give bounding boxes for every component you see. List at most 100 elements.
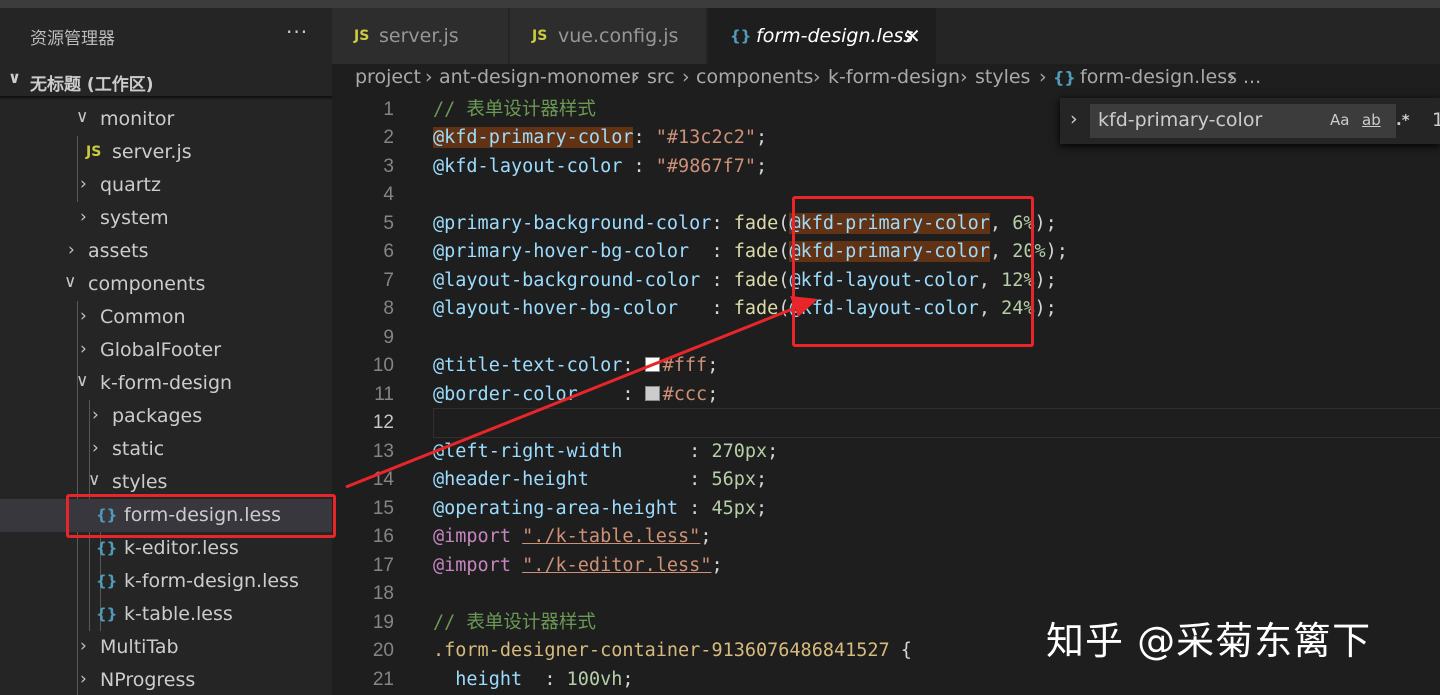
color-swatch[interactable] <box>644 386 660 401</box>
code-function: fade <box>733 241 779 262</box>
breadcrumb-item[interactable]: ... <box>1243 66 1261 88</box>
code-import-path[interactable]: "./k-table.less" <box>522 526 700 547</box>
tree-folder-nprogress[interactable]: › NProgress <box>0 664 332 695</box>
workspace-section-header[interactable]: ∨ 无标题 (工作区) <box>0 64 332 97</box>
tab-server-js[interactable]: JS server.js <box>332 8 508 64</box>
tree-item-label: system <box>100 207 169 229</box>
chevron-right-icon: › <box>1039 66 1047 88</box>
tree-folder-monitor[interactable]: ∨ monitor <box>0 103 332 136</box>
tree-folder-k-form-design[interactable]: ∨ k-form-design <box>0 367 332 400</box>
tree-file-k-form-design-less[interactable]: {} k-form-design.less <box>0 565 332 598</box>
code-variable: @kfd-primary-color <box>433 127 634 148</box>
match-case-icon[interactable]: Aa <box>1330 111 1349 129</box>
explorer-title: 资源管理器 <box>30 29 115 49</box>
tree-folder-system[interactable]: › system <box>0 202 332 235</box>
tree-file-k-table-less[interactable]: {} k-table.less <box>0 598 332 631</box>
line-number: 17 <box>372 555 394 576</box>
code-string: "#9867f7" <box>655 156 757 177</box>
line-number: 20 <box>372 640 394 661</box>
tab-vue-config-js[interactable]: JS vue.config.js <box>510 8 706 64</box>
chevron-right-icon: › <box>632 66 640 88</box>
code-comment: // 表单设计器样式 <box>433 99 596 120</box>
line-number: 4 <box>383 184 394 205</box>
tree-folder-static[interactable]: › static <box>0 433 332 466</box>
more-actions-icon[interactable]: ··· <box>286 20 308 44</box>
match-count: 1 <box>1432 109 1440 131</box>
code-editor[interactable]: 1// 表单设计器样式 2 @kfd-primary-color: "#13c2c… <box>332 96 1440 695</box>
line-number: 18 <box>372 583 394 604</box>
code-line: 21 height : 100vh; <box>332 666 1440 694</box>
tree-folder-multitab[interactable]: › MultiTab <box>0 631 332 664</box>
code-color: #ccc <box>662 384 708 405</box>
line-number: 21 <box>372 669 394 690</box>
code-line: 12 <box>332 409 1440 437</box>
breadcrumb-item[interactable]: form-design.less <box>1080 66 1237 88</box>
tree-folder-common[interactable]: › Common <box>0 301 332 334</box>
line-number: 9 <box>383 327 394 348</box>
code-number: 45px <box>711 498 757 519</box>
tab-form-design-less[interactable]: {} form-design.less ✕ <box>708 8 936 64</box>
chevron-right-icon: › <box>682 66 690 88</box>
code-function: fade <box>733 213 779 234</box>
tree-item-label: NProgress <box>100 669 196 691</box>
color-swatch[interactable] <box>644 357 660 372</box>
code-property: height <box>455 669 523 690</box>
code-line: 18 <box>332 580 1440 608</box>
code-line: 17 @import "./k-editor.less"; <box>332 552 1440 580</box>
line-number: 13 <box>372 441 394 462</box>
breadcrumb-item[interactable]: components <box>696 66 813 88</box>
breadcrumb-item[interactable]: project <box>355 66 421 88</box>
tree-item-label: k-table.less <box>124 603 233 625</box>
tree-item-label: packages <box>112 405 203 427</box>
tree-folder-globalfooter[interactable]: › GlobalFooter <box>0 334 332 367</box>
chevron-down-icon: ∨ <box>76 371 89 391</box>
tree-folder-packages[interactable]: › packages <box>0 400 332 433</box>
code-import-path[interactable]: "./k-editor.less" <box>522 555 711 576</box>
chevron-down-icon: ∨ <box>76 107 89 127</box>
tree-item-label: components <box>88 273 206 295</box>
tree-folder-components[interactable]: ∨ components <box>0 268 332 301</box>
line-number: 8 <box>383 298 394 319</box>
line-number: 2 <box>383 127 394 148</box>
line-number: 14 <box>372 469 394 490</box>
tree-item-label: server.js <box>112 141 192 163</box>
less-file-icon: {} <box>730 27 752 45</box>
js-file-icon: JS <box>354 28 370 44</box>
code-line: 13 @left-right-width : 270px; <box>332 438 1440 466</box>
code-variable: @header-height <box>433 469 589 490</box>
tree-folder-quartz[interactable]: › quartz <box>0 169 332 202</box>
line-number: 10 <box>372 355 394 376</box>
chevron-right-icon: › <box>92 405 99 425</box>
tree-folder-assets[interactable]: › assets <box>0 235 332 268</box>
code-line: 10 @title-text-color: #fff; <box>332 352 1440 380</box>
chevron-right-icon[interactable]: › <box>1070 108 1078 130</box>
code-comment: // 表单设计器样式 <box>433 612 596 633</box>
tree-item-label: MultiTab <box>100 636 179 658</box>
code-function: fade <box>733 270 779 291</box>
code-selector: .form-designer-container-913607648684152… <box>433 640 890 661</box>
chevron-right-icon: › <box>80 207 87 227</box>
line-number: 7 <box>383 270 394 291</box>
code-line: 15 @operating-area-height : 45px; <box>332 495 1440 523</box>
chevron-right-icon: › <box>425 66 433 88</box>
sidebar-top-border <box>0 0 332 8</box>
code-keyword: @import <box>433 526 511 547</box>
regex-icon[interactable]: .* <box>1396 111 1410 129</box>
scroll-shadow <box>0 96 332 100</box>
breadcrumb-item[interactable]: src <box>647 66 675 88</box>
whole-word-icon[interactable]: ab <box>1362 111 1381 129</box>
line-number: 11 <box>374 384 394 405</box>
js-file-icon: JS <box>532 28 548 44</box>
code-line: 16 @import "./k-table.less"; <box>332 523 1440 551</box>
tree-file-server-js[interactable]: JS server.js <box>0 136 332 169</box>
code-color: #fff <box>662 355 708 376</box>
breadcrumb-item[interactable]: ant-design-monomer <box>439 66 639 88</box>
close-icon[interactable]: ✕ <box>904 8 921 64</box>
chevron-down-icon: ∨ <box>8 68 21 87</box>
code-line: 14 @header-height : 56px; <box>332 466 1440 494</box>
tab-bar-top-border <box>332 0 1440 8</box>
code-number: 100vh <box>566 669 623 690</box>
breadcrumb-item[interactable]: styles <box>975 66 1030 88</box>
breadcrumb-item[interactable]: k-form-design <box>828 66 960 88</box>
chevron-right-icon: › <box>80 306 87 326</box>
